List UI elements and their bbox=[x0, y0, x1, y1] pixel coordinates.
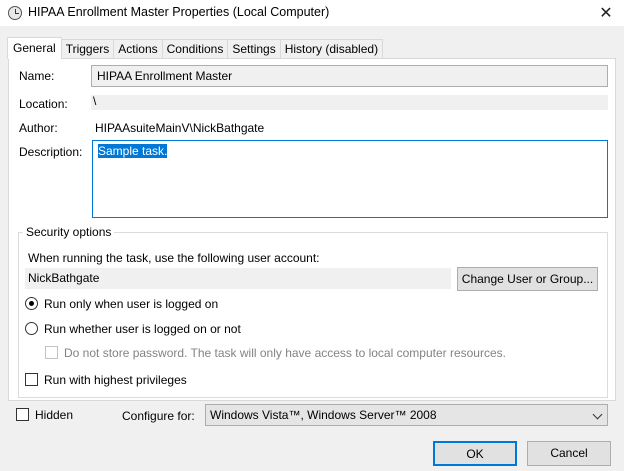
tab-triggers[interactable]: Triggers bbox=[60, 39, 115, 59]
no-store-password-label: Do not store password. The task will onl… bbox=[64, 346, 506, 360]
task-scheduler-icon bbox=[8, 6, 22, 20]
configure-for-value: Windows Vista™, Windows Server™ 2008 bbox=[210, 408, 437, 422]
radio-logged-on[interactable] bbox=[25, 297, 38, 310]
highest-privileges-label[interactable]: Run with highest privileges bbox=[44, 373, 187, 387]
tab-actions[interactable]: Actions bbox=[113, 39, 163, 59]
cancel-button[interactable]: Cancel bbox=[527, 441, 611, 466]
description-label: Description: bbox=[19, 145, 83, 159]
hidden-checkbox[interactable] bbox=[16, 408, 29, 421]
close-button[interactable]: ✕ bbox=[588, 0, 624, 26]
change-user-button[interactable]: Change User or Group... bbox=[457, 267, 598, 291]
window-title: HIPAA Enrollment Master Properties (Loca… bbox=[28, 5, 330, 19]
highest-privileges-checkbox[interactable] bbox=[25, 373, 38, 386]
radio-logged-on-label[interactable]: Run only when user is logged on bbox=[44, 297, 218, 311]
radio-whether-logged-on[interactable] bbox=[25, 322, 38, 335]
location-label: Location: bbox=[19, 97, 68, 111]
hidden-label[interactable]: Hidden bbox=[35, 408, 73, 422]
tab-settings[interactable]: Settings bbox=[227, 39, 281, 59]
tab-history[interactable]: History (disabled) bbox=[279, 39, 384, 59]
configure-for-label: Configure for: bbox=[122, 409, 195, 423]
description-text: Sample task. bbox=[98, 144, 168, 158]
author-value: HIPAAsuiteMainV\NickBathgate bbox=[95, 121, 265, 135]
author-label: Author: bbox=[19, 121, 58, 135]
no-store-password-checkbox bbox=[45, 346, 58, 359]
location-value: \ bbox=[91, 95, 608, 110]
security-options-title: Security options bbox=[23, 225, 115, 239]
tab-strip: General Triggers Actions Conditions Sett… bbox=[7, 37, 384, 59]
title-bar: HIPAA Enrollment Master Properties (Loca… bbox=[0, 0, 624, 26]
configure-for-select[interactable]: Windows Vista™, Windows Server™ 2008 bbox=[205, 404, 608, 426]
radio-whether-label[interactable]: Run whether user is logged on or not bbox=[44, 322, 241, 336]
user-account-field: NickBathgate bbox=[25, 268, 451, 289]
account-prompt: When running the task, use the following… bbox=[28, 251, 320, 265]
name-label: Name: bbox=[19, 69, 55, 83]
description-field[interactable]: Sample task. bbox=[92, 140, 608, 218]
chevron-down-icon bbox=[592, 409, 603, 420]
ok-button[interactable]: OK bbox=[433, 441, 517, 466]
tab-general[interactable]: General bbox=[7, 37, 62, 59]
name-field[interactable]: HIPAA Enrollment Master bbox=[91, 65, 608, 87]
tab-conditions[interactable]: Conditions bbox=[161, 39, 229, 59]
